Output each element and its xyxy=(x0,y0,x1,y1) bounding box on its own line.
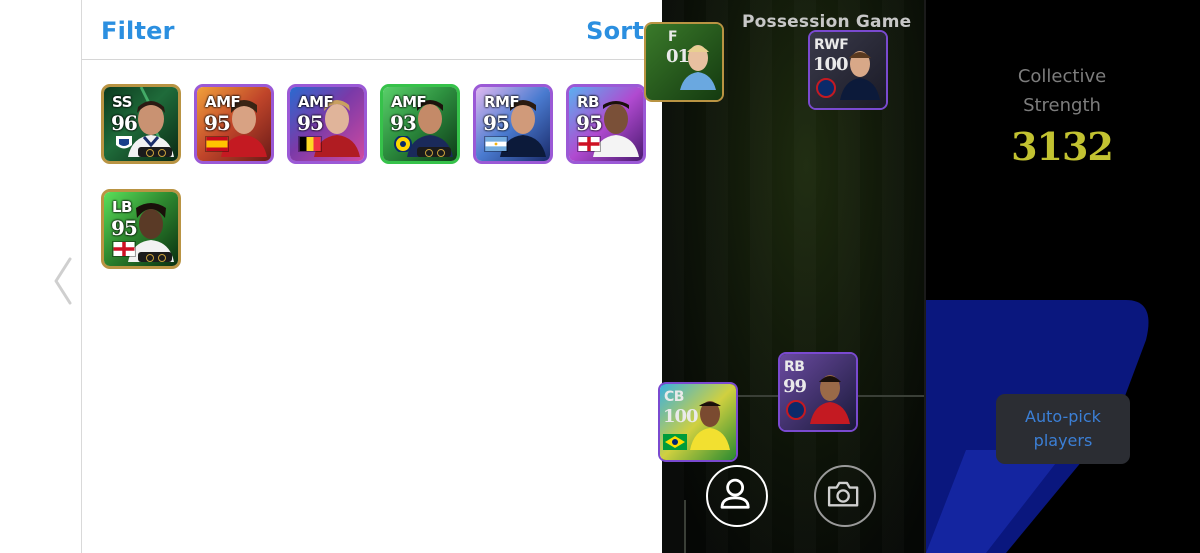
card-badge xyxy=(138,147,172,157)
squad-screen: Possession Game F 01 RWF 100 RB 99 CB 10… xyxy=(644,0,1200,553)
card-badge xyxy=(417,147,451,157)
card-position: RWF xyxy=(814,37,849,53)
chevron-left-icon[interactable] xyxy=(50,255,74,307)
card-position: LB xyxy=(112,198,133,216)
card-rating: 96 xyxy=(111,111,138,135)
autopick-line2: players xyxy=(1033,431,1093,450)
england-flag-icon xyxy=(112,241,136,257)
card-position: AMF xyxy=(298,93,334,111)
player-profile-button[interactable] xyxy=(706,465,768,527)
card-position: F xyxy=(668,29,678,45)
card-badge xyxy=(138,252,172,262)
player-card-partial[interactable]: F 01 xyxy=(644,22,724,102)
card-rating: 95 xyxy=(111,216,138,240)
sort-button[interactable]: Sort xyxy=(586,17,644,45)
panel-header: Filter Sort xyxy=(82,0,662,60)
player-card-rwf[interactable]: RWF 100 xyxy=(808,30,888,110)
player-card-rb[interactable]: RB 99 xyxy=(778,352,858,432)
card-rating: 93 xyxy=(390,111,417,135)
strength-label-line1: Collective xyxy=(1017,66,1107,87)
card-rating: 100 xyxy=(813,54,849,75)
card-rating: 95 xyxy=(297,111,324,135)
player-card[interactable]: AMF 95 xyxy=(287,84,367,164)
argentina-flag-icon xyxy=(484,136,508,152)
brazil-flag-icon xyxy=(663,434,687,450)
camera-button[interactable] xyxy=(814,465,876,527)
club-crest-icon xyxy=(116,136,132,149)
card-position: AMF xyxy=(391,93,427,111)
strength-label-line2: Strength xyxy=(1023,95,1101,116)
card-position: RB xyxy=(784,359,805,375)
fenerbahce-crest-icon xyxy=(394,136,412,152)
card-position: RMF xyxy=(484,93,520,111)
player-card[interactable]: SS 96 xyxy=(101,84,181,164)
card-position: AMF xyxy=(205,93,241,111)
player-card[interactable]: RMF 95 xyxy=(473,84,553,164)
card-position: RB xyxy=(577,93,599,111)
card-rating: 95 xyxy=(483,111,510,135)
collective-strength-label: Collective Strength xyxy=(992,62,1132,120)
card-rating: 100 xyxy=(663,406,699,427)
person-icon xyxy=(720,478,750,509)
auto-pick-button[interactable]: Auto-pick players xyxy=(996,394,1130,464)
collective-strength-value: 3132 xyxy=(1011,124,1114,169)
game-mode-title: Possession Game xyxy=(742,12,912,32)
camera-icon xyxy=(827,481,859,507)
card-rating: 99 xyxy=(783,376,807,397)
player-card[interactable]: LB 95 xyxy=(101,189,181,269)
card-position: CB xyxy=(664,389,684,405)
belgium-flag-icon xyxy=(298,136,322,152)
card-rating: 01 xyxy=(666,46,690,67)
player-selection-panel: Filter Sort SS 96 AMF 95 AMF 95 AMF 93 R… xyxy=(82,0,662,553)
player-card[interactable]: AMF 95 xyxy=(194,84,274,164)
spain-flag-icon xyxy=(205,136,229,152)
filter-button[interactable]: Filter xyxy=(101,17,175,45)
autopick-line1: Auto-pick xyxy=(1025,407,1101,426)
psg-crest-icon xyxy=(786,400,806,420)
player-card-cb[interactable]: CB 100 xyxy=(658,382,738,462)
player-card[interactable]: RB 95 xyxy=(566,84,646,164)
card-rating: 95 xyxy=(576,111,603,135)
left-strip xyxy=(0,0,82,553)
psg-crest-icon xyxy=(816,78,836,98)
england-flag-icon xyxy=(577,136,601,152)
player-card[interactable]: AMF 93 xyxy=(380,84,460,164)
card-rating: 95 xyxy=(204,111,231,135)
card-position: SS xyxy=(112,93,132,111)
